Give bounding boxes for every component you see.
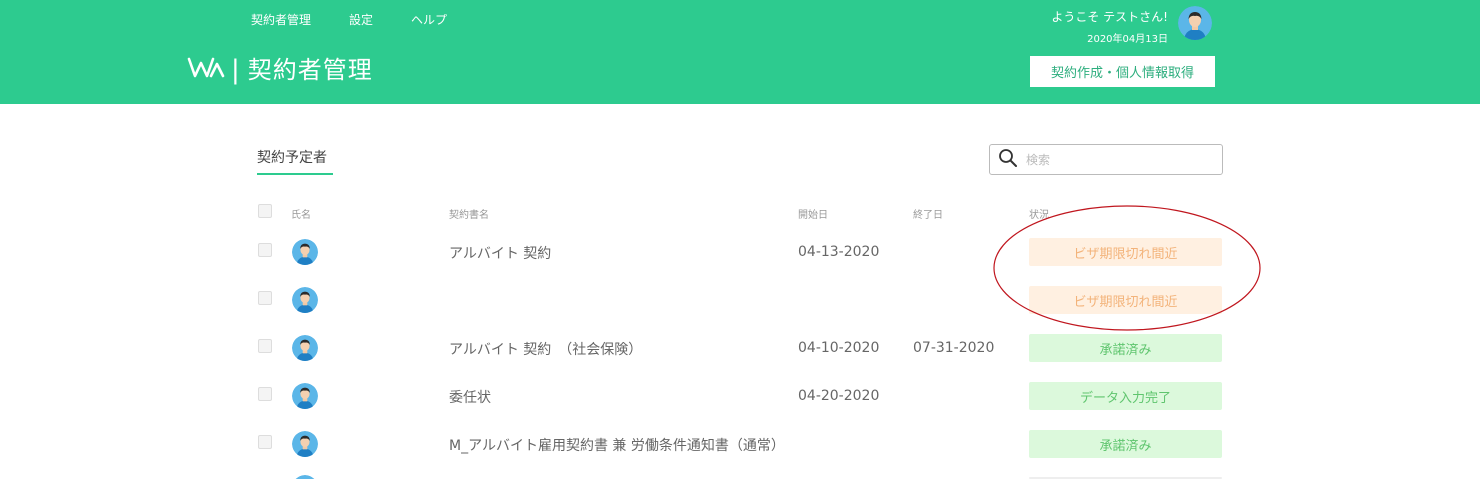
current-date: 2020年04月13日 (1087, 34, 1168, 45)
contract-name[interactable]: アルバイト 契約 (449, 243, 551, 263)
create-contract-button[interactable]: 契約作成・個人情報取得 (1030, 56, 1215, 87)
top-nav: 契約者管理 設定 ヘルプ (251, 11, 485, 28)
row-checkbox[interactable] (258, 291, 272, 305)
nav-item-settings[interactable]: 設定 (349, 11, 373, 28)
contract-name[interactable]: 委任状 (449, 387, 491, 407)
search-box (989, 144, 1223, 175)
column-header-contract[interactable]: 契約書名 (449, 206, 489, 221)
row-checkbox[interactable] (258, 243, 272, 257)
status-badge: ビザ期限切れ間近 (1029, 238, 1222, 266)
row-checkbox[interactable] (258, 339, 272, 353)
nav-item-help[interactable]: ヘルプ (411, 11, 447, 28)
user-avatar-icon (292, 287, 318, 313)
user-greeting: ようこそ テストさん! 2020年04月13日 (1051, 8, 1168, 45)
nav-item-contractors[interactable]: 契約者管理 (251, 11, 311, 28)
tab-scheduled-contractors[interactable]: 契約予定者 (257, 147, 333, 175)
status-badge: ビザ期限切れ間近 (1029, 286, 1222, 314)
user-avatar-icon (292, 431, 318, 457)
app-header: 契約者管理 設定 ヘルプ | 契約者管理 ようこそ テストさん! 2020年04… (0, 0, 1480, 104)
row-checkbox[interactable] (258, 435, 272, 449)
user-avatar-icon (292, 335, 318, 361)
status-badge: データ入力完了 (1029, 382, 1222, 410)
start-date: 04-20-2020 (798, 388, 880, 404)
search-icon (998, 148, 1018, 172)
page-heading: | 契約者管理 (187, 54, 373, 86)
contract-name[interactable]: M_アルバイト雇用契約書 兼 労働条件通知書（通常） (449, 435, 785, 455)
page-title: 契約者管理 (247, 56, 373, 84)
user-avatar-icon (292, 239, 318, 265)
start-date: 04-13-2020 (798, 244, 880, 260)
welcome-text: ようこそ テストさん! (1051, 10, 1168, 24)
end-date: 07-31-2020 (913, 340, 995, 356)
column-header-start[interactable]: 開始日 (798, 206, 828, 221)
user-avatar-icon (292, 383, 318, 409)
column-header-status[interactable]: 状況 (1029, 206, 1049, 221)
start-date: 04-10-2020 (798, 340, 880, 356)
status-badge: 承諾済み (1029, 334, 1222, 362)
status-badge: 承諾済み (1029, 430, 1222, 458)
select-all-checkbox[interactable] (258, 204, 272, 218)
title-separator: | (231, 55, 240, 85)
column-header-end[interactable]: 終了日 (913, 206, 943, 221)
user-avatar-icon[interactable] (1178, 6, 1212, 40)
user-avatar-icon (292, 475, 318, 479)
wa-logo-icon[interactable] (187, 54, 225, 86)
search-input[interactable] (1026, 152, 1206, 167)
row-checkbox[interactable] (258, 387, 272, 401)
contract-name[interactable]: アルバイト 契約 （社会保険） (449, 339, 642, 359)
column-header-name[interactable]: 氏名 (291, 206, 311, 221)
